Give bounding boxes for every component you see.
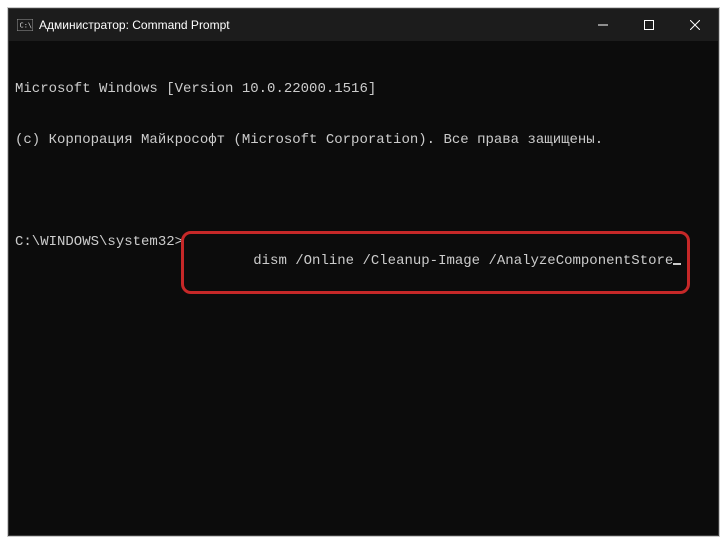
prompt-path: C:\WINDOWS\system32> [15,234,183,251]
command-prompt-window: C:\ Администратор: Command Prompt [8,8,719,536]
text-cursor [673,263,681,265]
prompt-row: C:\WINDOWS\system32> dism /Online /Clean… [15,234,712,294]
terminal-area[interactable]: Microsoft Windows [Version 10.0.22000.15… [9,41,718,535]
titlebar[interactable]: C:\ Администратор: Command Prompt [9,9,718,41]
cmd-icon: C:\ [17,18,33,32]
close-button[interactable] [672,9,718,41]
window-controls [580,9,718,41]
window-title: Администратор: Command Prompt [39,18,230,32]
output-line: Microsoft Windows [Version 10.0.22000.15… [15,81,712,98]
blank-line [15,183,712,200]
maximize-button[interactable] [626,9,672,41]
svg-text:C:\: C:\ [20,22,33,30]
minimize-button[interactable] [580,9,626,41]
command-highlight: dism /Online /Cleanup-Image /AnalyzeComp… [181,231,690,294]
typed-command: dism /Online /Cleanup-Image /AnalyzeComp… [253,253,673,269]
output-line: (c) Корпорация Майкрософт (Microsoft Cor… [15,132,712,149]
